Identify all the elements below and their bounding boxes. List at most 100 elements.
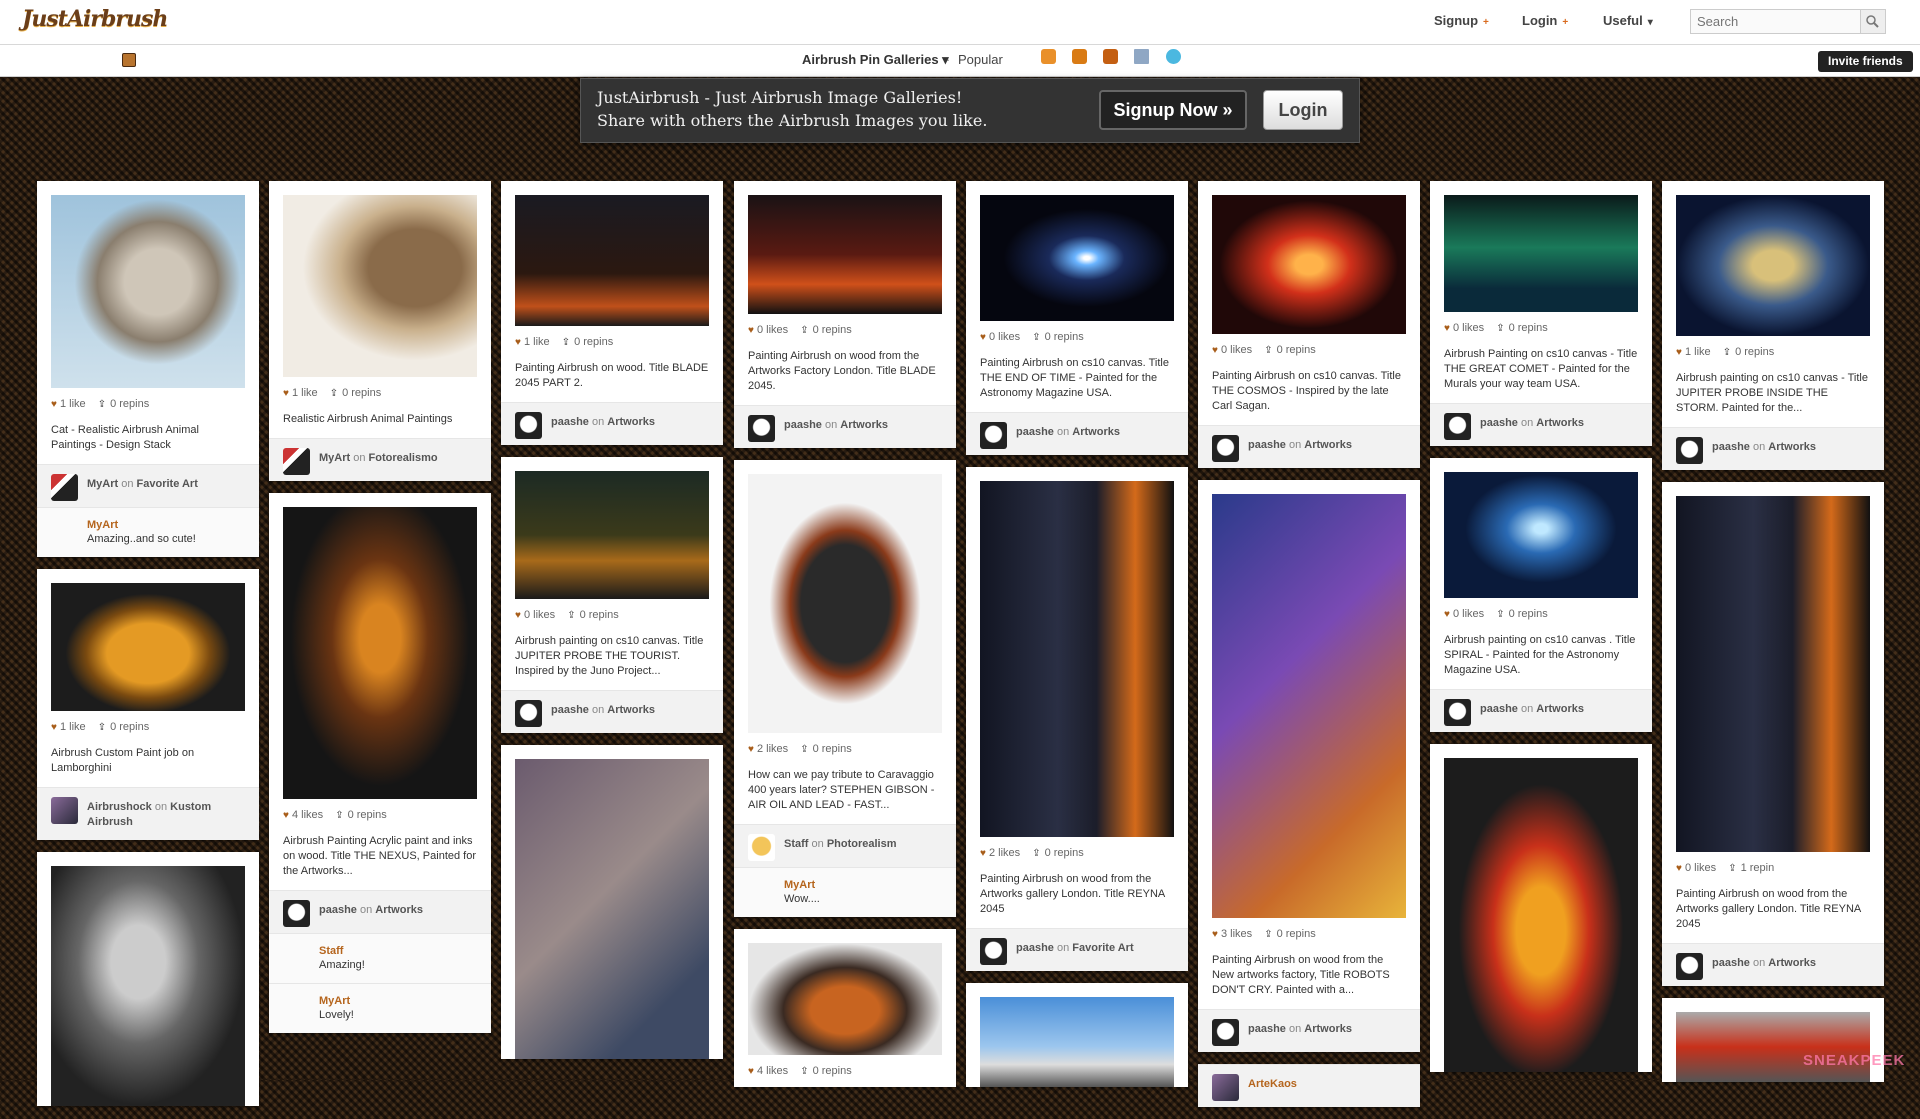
- pin-image[interactable]: [51, 583, 245, 711]
- pin-image[interactable]: [515, 471, 709, 599]
- comment-author[interactable]: Staff: [319, 944, 477, 958]
- site-logo[interactable]: JustAirbrush: [22, 6, 168, 32]
- likes-count[interactable]: 4 likes: [757, 1065, 788, 1077]
- likes-count[interactable]: 3 likes: [1221, 928, 1252, 940]
- repins-count[interactable]: 0 repins: [1735, 346, 1774, 358]
- user-link[interactable]: Staff: [784, 838, 808, 850]
- pin-image[interactable]: [748, 195, 942, 314]
- pin-image[interactable]: [1444, 472, 1638, 598]
- repins-count[interactable]: 1 repin: [1741, 862, 1775, 874]
- repins-count[interactable]: 0 repins: [574, 336, 613, 348]
- login-menu[interactable]: Login +: [1522, 13, 1568, 28]
- pin-image[interactable]: [980, 481, 1174, 837]
- likes-count[interactable]: 2 likes: [757, 743, 788, 755]
- pin-image[interactable]: [748, 943, 942, 1055]
- board-link[interactable]: Artworks: [607, 704, 655, 716]
- user-link[interactable]: paashe: [1248, 439, 1286, 451]
- user-link[interactable]: paashe: [1712, 957, 1750, 969]
- category-icon[interactable]: [122, 53, 136, 67]
- likes-count[interactable]: 4 likes: [292, 809, 323, 821]
- board-link[interactable]: Photorealism: [827, 838, 897, 850]
- comment-author[interactable]: MyArt: [319, 994, 477, 1008]
- avatar[interactable]: [51, 518, 78, 545]
- pin-image[interactable]: [1212, 195, 1406, 334]
- pin-image[interactable]: [1676, 496, 1870, 852]
- signup-now-button[interactable]: Signup Now »: [1099, 90, 1247, 130]
- user-link[interactable]: paashe: [1016, 426, 1054, 438]
- comment-author[interactable]: MyArt: [87, 518, 245, 532]
- facebook-icon[interactable]: [1103, 49, 1118, 64]
- twitter-icon[interactable]: [1166, 49, 1181, 64]
- comment-author[interactable]: MyArt: [784, 878, 942, 892]
- repins-count[interactable]: 0 repins: [1277, 928, 1316, 940]
- pin-image[interactable]: [980, 195, 1174, 321]
- pin-image[interactable]: [1444, 758, 1638, 1072]
- board-link[interactable]: Favorite Art: [1072, 942, 1133, 954]
- repins-count[interactable]: 0 repins: [110, 721, 149, 733]
- board-link[interactable]: Artworks: [1536, 417, 1584, 429]
- likes-count[interactable]: 0 likes: [524, 609, 555, 621]
- likes-count[interactable]: 1 like: [524, 336, 550, 348]
- galleries-dropdown[interactable]: Airbrush Pin Galleries ▾: [802, 52, 949, 68]
- repins-count[interactable]: 0 repins: [813, 743, 852, 755]
- repins-count[interactable]: 0 repins: [813, 324, 852, 336]
- avatar[interactable]: [1676, 437, 1703, 464]
- avatar[interactable]: [283, 944, 310, 971]
- user-link[interactable]: MyArt: [319, 452, 350, 464]
- likes-count[interactable]: 0 likes: [1453, 322, 1484, 334]
- avatar[interactable]: [980, 938, 1007, 965]
- board-link[interactable]: Artworks: [1304, 1023, 1352, 1035]
- user-link[interactable]: paashe: [1016, 942, 1054, 954]
- page-icon[interactable]: [1134, 49, 1149, 64]
- pin-image[interactable]: [1676, 195, 1870, 336]
- repins-count[interactable]: 0 repins: [110, 398, 149, 410]
- board-link[interactable]: Artworks: [1072, 426, 1120, 438]
- user-link[interactable]: paashe: [1480, 417, 1518, 429]
- likes-count[interactable]: 1 like: [60, 721, 86, 733]
- pin-image[interactable]: [1444, 195, 1638, 312]
- board-link[interactable]: Favorite Art: [137, 478, 198, 490]
- user-link[interactable]: paashe: [551, 704, 589, 716]
- useful-menu[interactable]: Useful ▾: [1603, 13, 1653, 28]
- user-link[interactable]: MyArt: [87, 478, 118, 490]
- repins-count[interactable]: 0 repins: [1277, 344, 1316, 356]
- user-link[interactable]: paashe: [1248, 1023, 1286, 1035]
- avatar[interactable]: [1444, 699, 1471, 726]
- repins-count[interactable]: 0 repins: [580, 609, 619, 621]
- pin-image[interactable]: [283, 507, 477, 799]
- avatar[interactable]: [1444, 413, 1471, 440]
- repins-count[interactable]: 0 repins: [1509, 322, 1548, 334]
- board-link[interactable]: Artworks: [1304, 439, 1352, 451]
- rss-icon[interactable]: [1041, 49, 1056, 64]
- likes-count[interactable]: 0 likes: [757, 324, 788, 336]
- user-link[interactable]: Airbrushock: [87, 801, 152, 813]
- avatar[interactable]: [51, 474, 78, 501]
- avatar[interactable]: [980, 422, 1007, 449]
- invite-friends-button[interactable]: Invite friends: [1818, 51, 1913, 72]
- user-link[interactable]: paashe: [1480, 703, 1518, 715]
- signup-menu[interactable]: Signup +: [1434, 13, 1489, 28]
- avatar[interactable]: [515, 700, 542, 727]
- pin-image[interactable]: [1676, 1012, 1870, 1082]
- board-link[interactable]: Fotorealismo: [369, 452, 438, 464]
- banner-login-button[interactable]: Login: [1263, 90, 1343, 130]
- avatar[interactable]: [283, 448, 310, 475]
- repins-count[interactable]: 0 repins: [1509, 608, 1548, 620]
- avatar[interactable]: [1212, 1019, 1239, 1046]
- likes-count[interactable]: 1 like: [60, 398, 86, 410]
- user-link[interactable]: paashe: [1712, 441, 1750, 453]
- user-link[interactable]: paashe: [551, 416, 589, 428]
- pin-image[interactable]: [51, 195, 245, 388]
- board-link[interactable]: Artworks: [1768, 441, 1816, 453]
- repins-count[interactable]: 0 repins: [342, 387, 381, 399]
- search-input[interactable]: [1691, 10, 1861, 33]
- pin-image[interactable]: [51, 866, 245, 1106]
- likes-count[interactable]: 0 likes: [1453, 608, 1484, 620]
- pin-image[interactable]: [748, 474, 942, 733]
- pin-image[interactable]: [980, 997, 1174, 1087]
- avatar[interactable]: [283, 900, 310, 927]
- board-link[interactable]: Artworks: [1536, 703, 1584, 715]
- avatar[interactable]: [1212, 435, 1239, 462]
- likes-count[interactable]: 0 likes: [1685, 862, 1716, 874]
- repins-count[interactable]: 0 repins: [348, 809, 387, 821]
